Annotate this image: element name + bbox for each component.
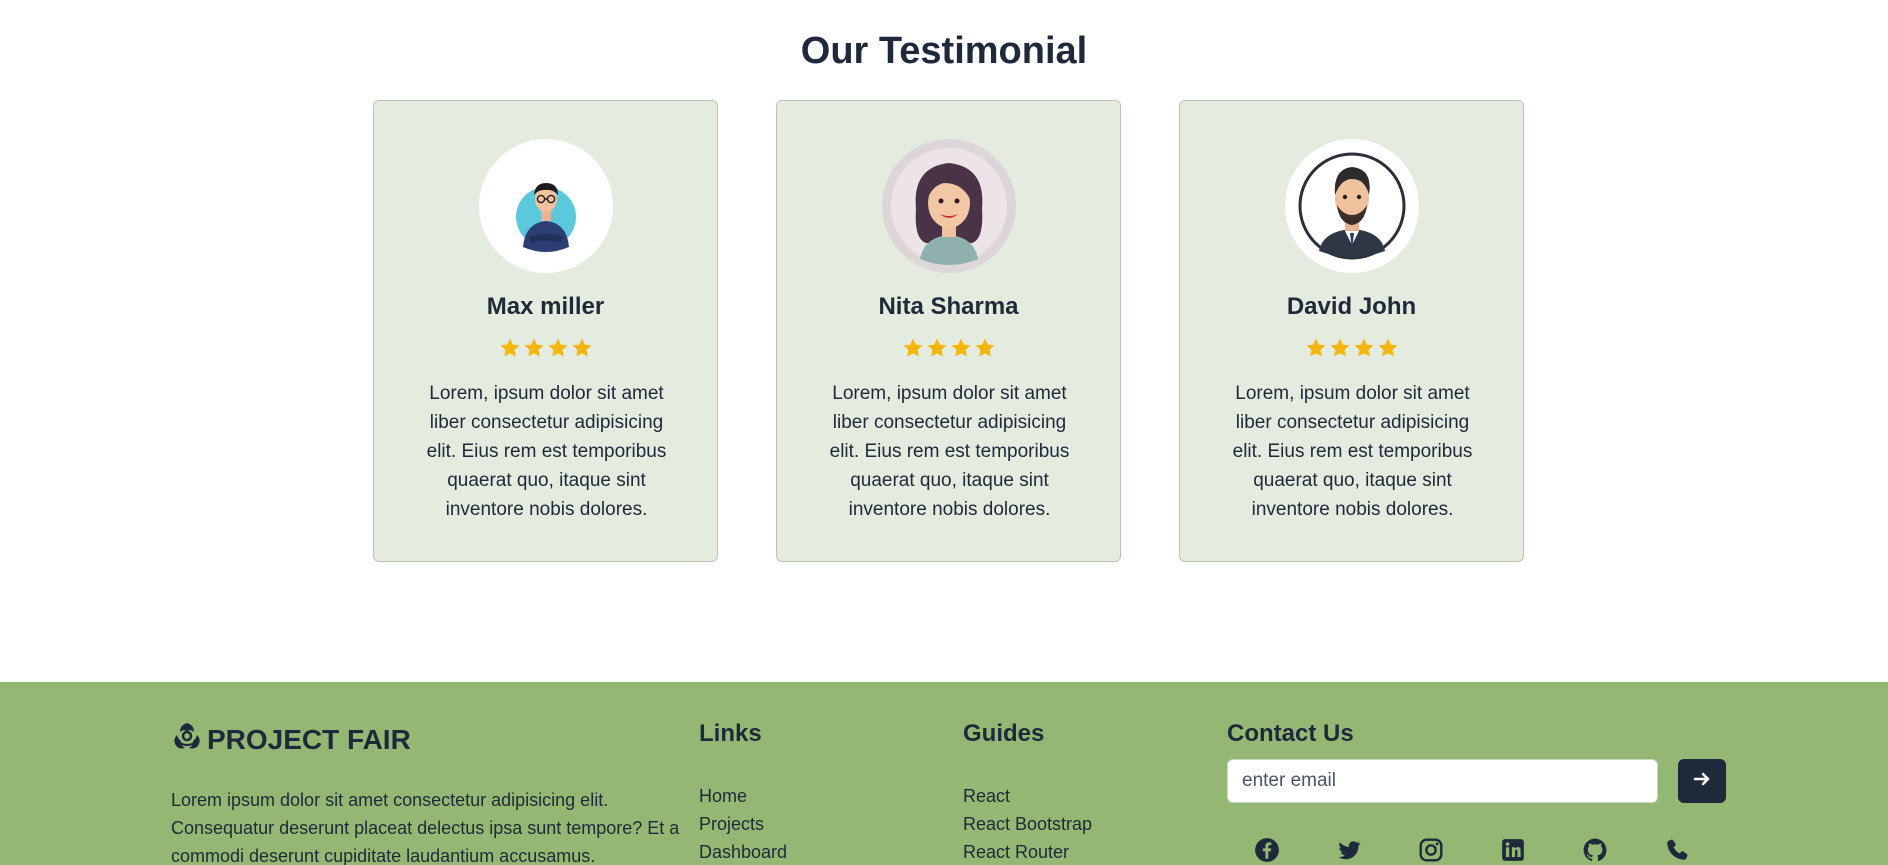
star-icon <box>974 337 996 364</box>
phone-icon[interactable] <box>1664 837 1690 863</box>
linkedin-icon[interactable] <box>1500 837 1526 863</box>
footer-about: Lorem ipsum dolor sit amet consectetur a… <box>171 790 680 865</box>
testimonial-name: Nita Sharma <box>878 293 1019 320</box>
social-links <box>1254 837 1690 863</box>
links-title: Links <box>699 720 762 747</box>
biohazard-icon <box>171 720 203 759</box>
twitter-icon[interactable] <box>1336 837 1362 863</box>
instagram-icon[interactable] <box>1418 837 1444 863</box>
footer-guide-react-router[interactable]: React Router <box>963 838 1092 865</box>
footer-link-projects[interactable]: Projects <box>699 810 787 838</box>
testimonial-name: David John <box>1286 293 1417 320</box>
footer-brand[interactable]: PROJECT FAIR <box>171 720 411 759</box>
star-icon <box>1377 337 1399 364</box>
star-icon <box>950 337 972 364</box>
star-icon <box>1329 337 1351 364</box>
testimonial-quote: Lorem, ipsum dolor sit amet liber consec… <box>426 383 667 520</box>
footer-guide-react[interactable]: React <box>963 782 1092 810</box>
site-footer: PROJECT FAIR Lorem ipsum dolor sit amet … <box>0 682 1888 865</box>
footer-link-dashboard[interactable]: Dashboard <box>699 838 787 865</box>
star-icon <box>499 337 521 364</box>
send-button[interactable] <box>1678 759 1726 803</box>
avatar <box>882 139 1016 273</box>
star-icon <box>1353 337 1375 364</box>
star-icon <box>926 337 948 364</box>
section-title: Our Testimonial <box>800 30 1088 72</box>
avatar <box>479 139 613 273</box>
testimonial-card: David John Lorem, ipsum dolor sit amet l… <box>1179 100 1524 562</box>
star-rating <box>374 337 717 364</box>
testimonial-card: Max miller Lorem, ipsum dolor sit amet l… <box>373 100 718 562</box>
testimonial-quote: Lorem, ipsum dolor sit amet liber consec… <box>829 383 1070 520</box>
star-icon <box>571 337 593 364</box>
facebook-icon[interactable] <box>1254 837 1280 863</box>
footer-link-home[interactable]: Home <box>699 782 787 810</box>
testimonial-name: Max miller <box>486 293 605 320</box>
email-input[interactable] <box>1227 759 1658 803</box>
arrow-right-icon <box>1692 769 1712 794</box>
star-icon <box>1305 337 1327 364</box>
star-icon <box>902 337 924 364</box>
links-list: Home Projects Dashboard <box>699 782 787 865</box>
testimonial-quote: Lorem, ipsum dolor sit amet liber consec… <box>1232 383 1473 520</box>
brand-name: PROJECT FAIR <box>207 723 411 755</box>
star-icon <box>523 337 545 364</box>
testimonial-card: Nita Sharma Lorem, ipsum dolor sit amet … <box>776 100 1121 562</box>
avatar <box>1285 139 1419 273</box>
github-icon[interactable] <box>1582 837 1608 863</box>
star-rating <box>777 337 1120 364</box>
guides-list: React React Bootstrap React Router <box>963 782 1092 865</box>
guides-title: Guides <box>963 720 1045 747</box>
star-rating <box>1180 337 1523 364</box>
star-icon <box>547 337 569 364</box>
contact-title: Contact Us <box>1227 720 1354 747</box>
footer-guide-react-bootstrap[interactable]: React Bootstrap <box>963 810 1092 838</box>
